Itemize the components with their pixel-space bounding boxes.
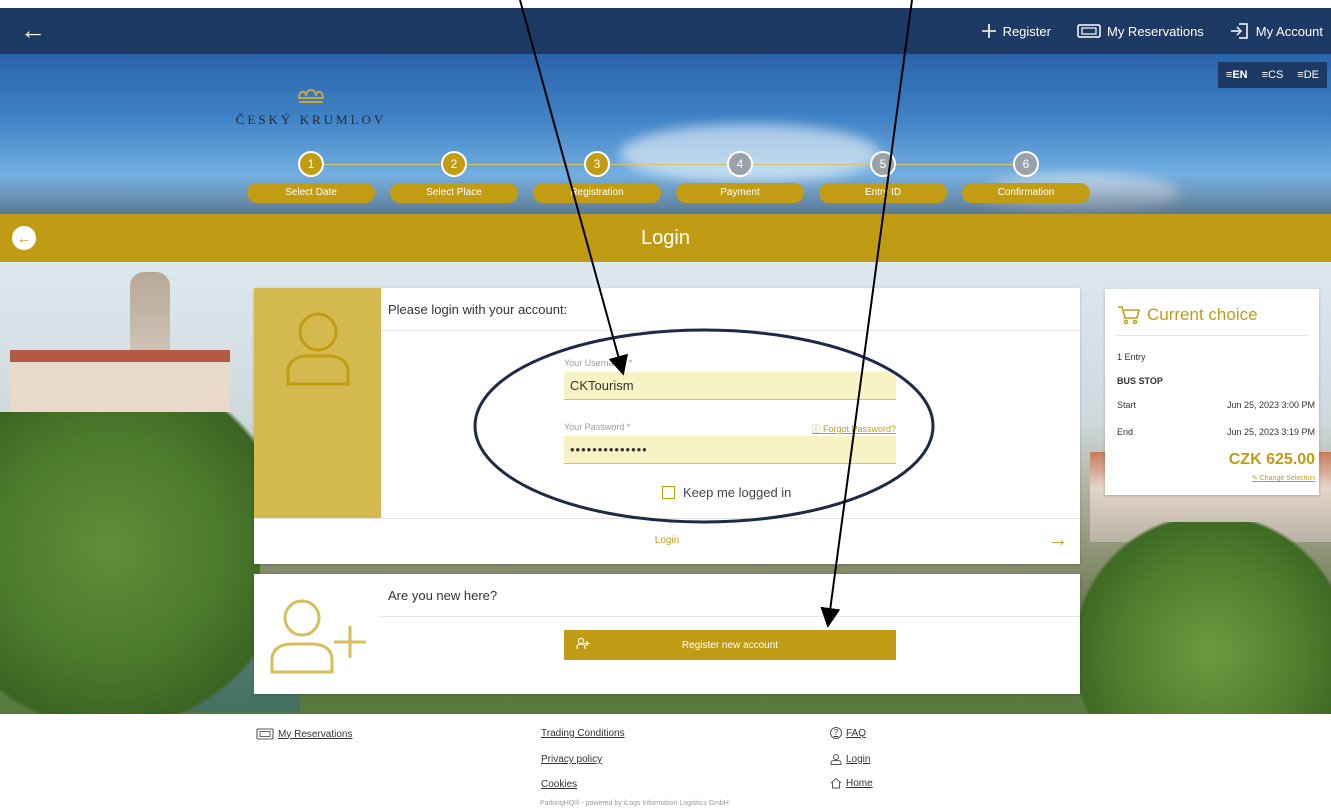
privacy-policy-link[interactable]: Privacy policy [541,754,602,765]
register-link-label: Register [1002,23,1051,39]
footer-home-link[interactable]: Home [830,777,873,789]
place-name: BUS STOP [1117,376,1163,386]
add-user-icon [270,599,366,674]
my-reservations-label: My Reservations [1106,23,1204,39]
powered-by-text: ParkingHQ® - powered by iLogs Informatio… [540,800,729,807]
register-link[interactable]: Register [981,23,1051,39]
cart-icon [1118,306,1141,325]
price: CZK 625.00 [1228,451,1315,468]
keep-logged-in-checkbox[interactable]: Keep me logged in [662,485,791,500]
divider [1117,335,1307,336]
trees-right [1061,522,1331,714]
top-bar: ← Register My Reservations My Account [0,8,1331,54]
footer: My Reservations Trading Conditions Priva… [0,714,1331,809]
language-switcher: ≡EN ≡CS ≡DE [1217,62,1327,88]
question-icon: ? [830,727,842,739]
start-label: Start [1117,400,1137,410]
step-number: 5 [870,151,896,177]
hero-banner: ≡EN ≡CS ≡DE ČESKÝ KRUMLOV 1 Select Date … [0,54,1331,214]
page-root: ← Register My Reservations My Account ≡E… [0,0,1331,809]
footer-login-link[interactable]: Login [830,753,870,765]
arrow-right-icon: → [1048,529,1068,551]
step-label: Select Date [247,183,375,203]
trees-left [0,412,260,714]
step-number: 4 [727,151,753,177]
page-title: Login [641,227,690,249]
register-heading: Are you new here? [388,588,498,603]
username-field: Your Username * [564,358,896,400]
logo-text: ČESKÝ KRUMLOV [235,112,387,127]
step-label: Confirmation [962,183,1090,203]
end-row: End Jun 25, 2023 3:19 PM [1117,427,1315,437]
password-input[interactable] [564,436,896,464]
title-bar: ← Login [0,214,1331,262]
step-registration[interactable]: 3 Registration [533,151,661,203]
step-select-date[interactable]: 1 Select Date [247,151,375,203]
trading-conditions-link[interactable]: Trading Conditions [541,728,625,739]
step-confirmation: 6 Confirmation [962,151,1090,203]
progress-steps: 1 Select Date 2 Select Place 3 Registrat… [247,151,1090,207]
register-card: Are you new here? Register new account [254,574,1080,694]
checkbox-box[interactable] [662,486,675,499]
user-icon [286,312,350,386]
my-reservations-link[interactable]: My Reservations [1077,23,1204,39]
step-number: 2 [441,151,467,177]
step-select-place[interactable]: 2 Select Place [390,151,518,203]
plus-icon [981,24,996,38]
login-icon [1230,23,1248,39]
home-icon [830,777,842,789]
user-icon [830,754,842,765]
step-label: Entry ID [819,183,947,203]
footer-my-reservations-link[interactable]: My Reservations [256,728,352,740]
start-row: Start Jun 25, 2023 3:00 PM [1117,400,1315,410]
add-user-small-icon [576,637,590,649]
ticket-icon [256,728,274,740]
current-choice-title: Current choice [1117,305,1258,325]
top-nav: Register My Reservations My Account [981,8,1323,54]
crown-icon [297,89,325,103]
login-button-label: Login [654,535,680,546]
ticket-icon [1077,24,1101,38]
username-input[interactable] [564,372,896,400]
keep-logged-in-label: Keep me logged in [683,485,792,500]
step-label: Select Place [390,183,518,203]
entry-count: 1 Entry [1117,352,1146,362]
step-number: 6 [1013,151,1039,177]
lang-en[interactable]: ≡EN [1226,69,1248,81]
start-value: Jun 25, 2023 3:00 PM [1226,400,1315,410]
divider [381,330,1080,331]
faq-link[interactable]: ? FAQ [830,727,866,739]
my-account-label: My Account [1255,23,1323,39]
lang-cs[interactable]: ≡CS [1262,69,1284,81]
step-number: 1 [298,151,324,177]
login-card: Please login with your account: Your Use… [254,288,1080,564]
step-entry-id: 5 Entry ID [819,151,947,203]
step-number: 3 [584,151,610,177]
step-label: Registration [533,183,661,203]
end-label: End [1117,427,1134,437]
change-selection-link[interactable]: ✎ Change Selection [1252,474,1315,482]
username-label: Your Username * [564,358,633,368]
step-label: Payment [676,183,804,203]
palace [10,362,230,412]
my-account-link[interactable]: My Account [1230,22,1323,40]
login-side-panel [254,288,381,518]
lang-de[interactable]: ≡DE [1297,69,1319,81]
end-value: Jun 25, 2023 3:19 PM [1226,427,1315,437]
back-arrow-icon[interactable]: ← [20,17,46,43]
register-button-label: Register new account [681,639,779,651]
cookies-link[interactable]: Cookies [541,779,577,790]
current-choice-title-text: Current choice [1147,305,1258,324]
logo[interactable]: ČESKÝ KRUMLOV [226,84,396,128]
step-payment: 4 Payment [676,151,804,203]
current-choice-panel: Current choice 1 Entry BUS STOP Start Ju… [1105,289,1319,495]
password-field: Your Password * ⓘ Forgot Password? [564,422,896,464]
login-button[interactable]: Login → [254,519,1080,564]
register-new-account-button[interactable]: Register new account [564,630,896,660]
forgot-password-link[interactable]: ⓘ Forgot Password? [811,422,896,435]
divider [381,616,1080,617]
login-heading: Please login with your account: [388,302,568,317]
